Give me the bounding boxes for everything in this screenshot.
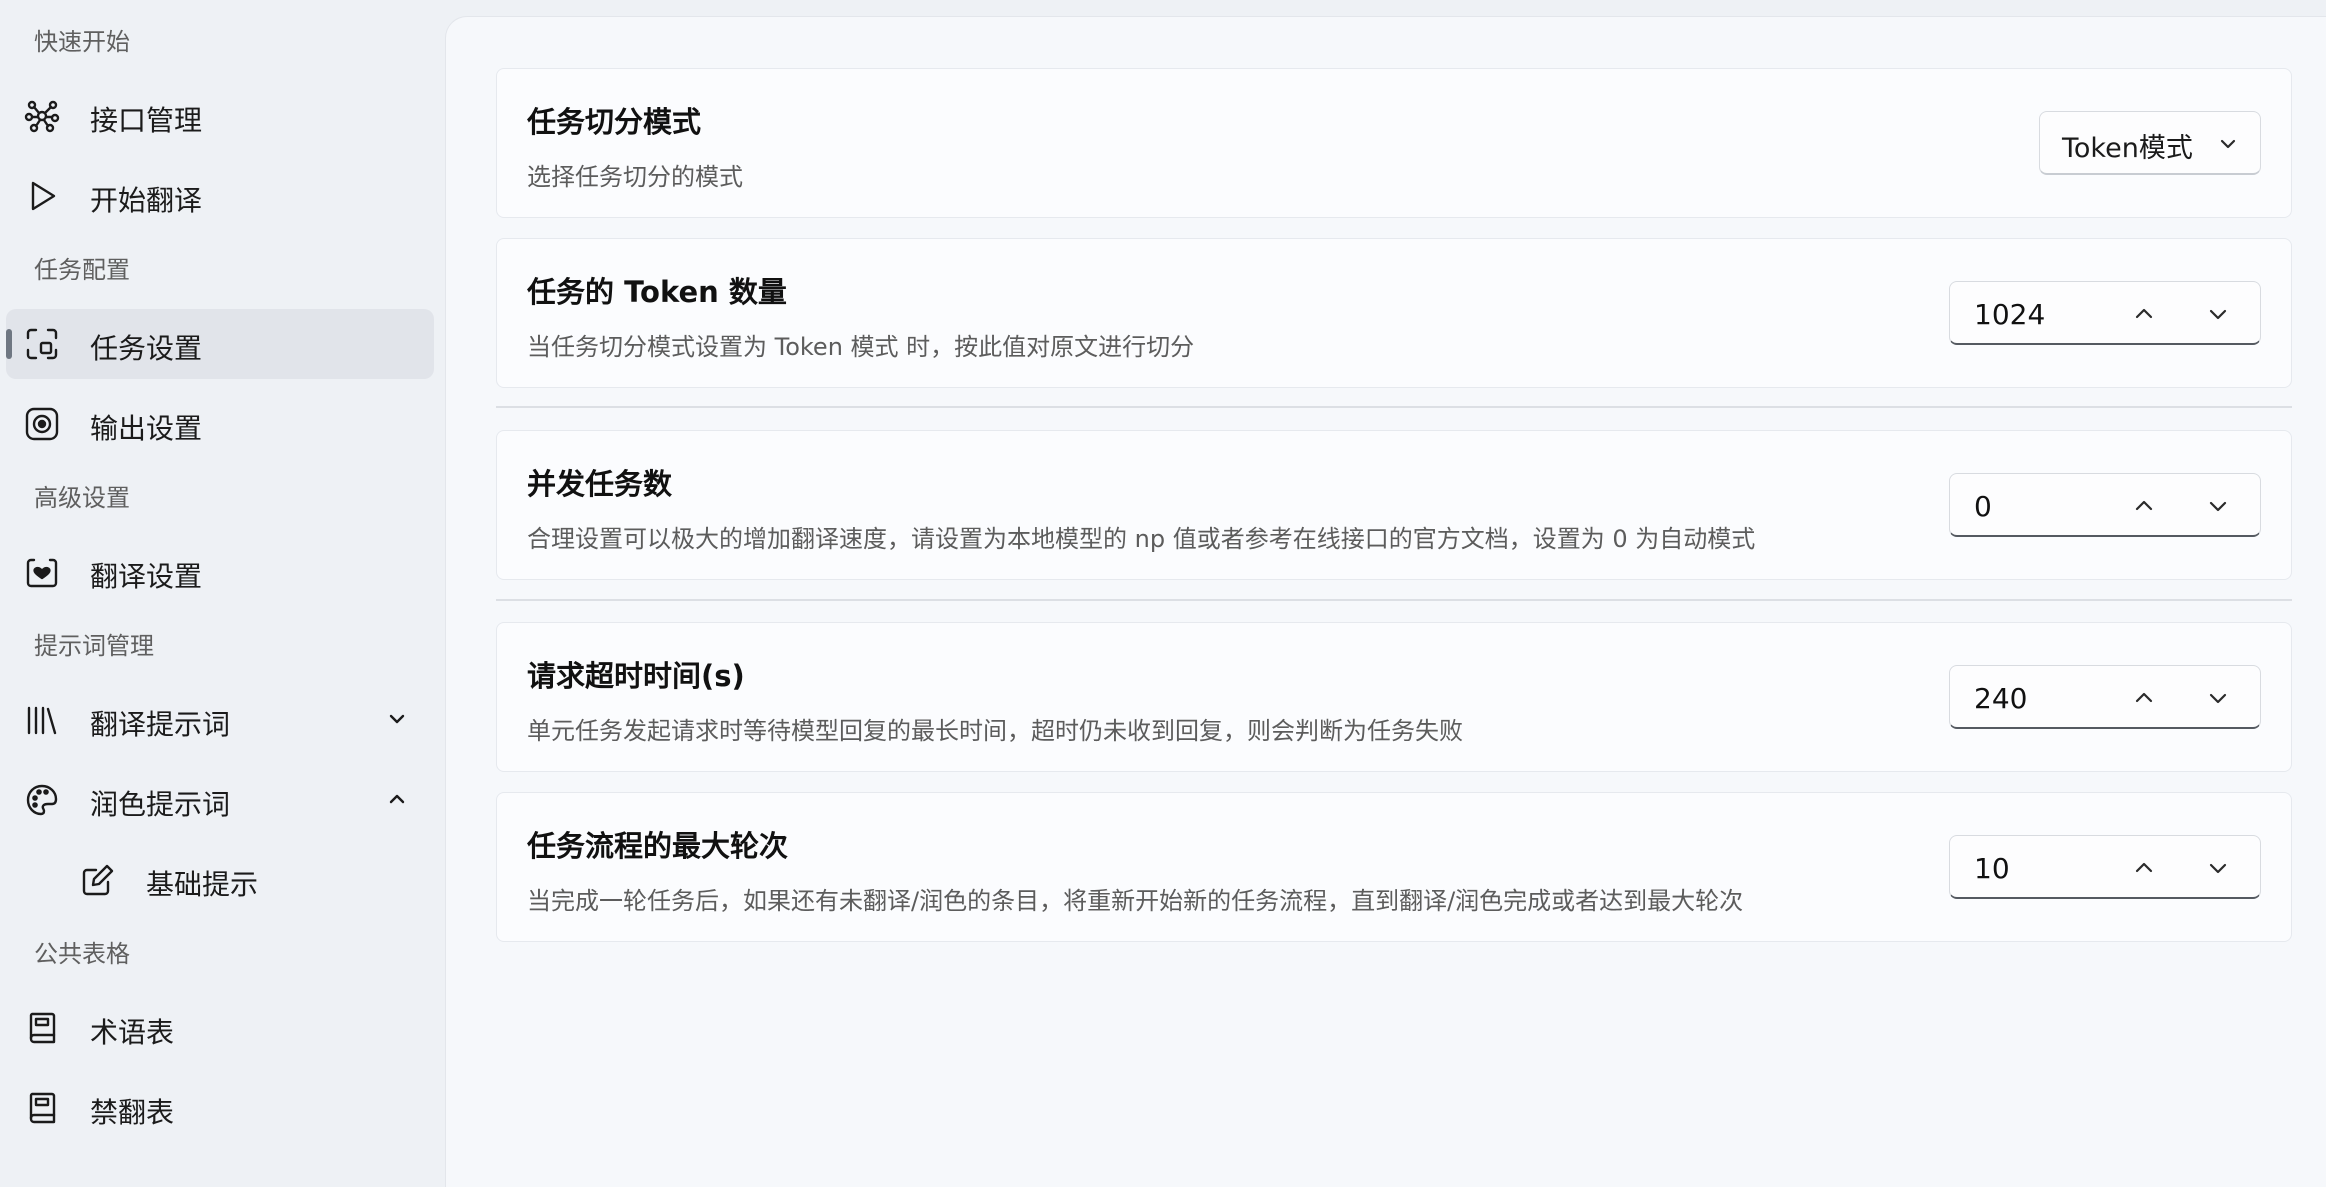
- setting-title: 任务切分模式: [527, 105, 702, 139]
- sidebar-item-label: 基础提示: [146, 868, 259, 901]
- book-icon: [24, 1090, 60, 1126]
- setting-card-concurrency: 并发任务数 合理设置可以极大的增加翻译速度，请设置为本地模型的 np 值或者参考…: [496, 430, 2292, 580]
- section-label-public-tables: 公共表格: [34, 940, 130, 968]
- sidebar-item-label: 翻译设置: [90, 560, 203, 593]
- edit-icon: [80, 862, 116, 898]
- token-count-input[interactable]: [1974, 294, 2114, 334]
- section-label-quick-start: 快速开始: [34, 28, 130, 56]
- setting-description: 单元任务发起请求时等待模型回复的最长时间，超时仍未收到回复，则会判断为任务失败: [527, 717, 1463, 745]
- sidebar-item-output-settings[interactable]: 输出设置: [6, 389, 434, 459]
- sidebar-item-start-translation[interactable]: 开始翻译: [6, 161, 434, 231]
- setting-description: 选择任务切分的模式: [527, 163, 743, 191]
- task-frame-icon: [24, 326, 60, 362]
- sidebar-item-label: 术语表: [90, 1016, 175, 1049]
- token-count-spinbox[interactable]: [1949, 281, 2261, 345]
- sidebar-item-translation-prompts[interactable]: 翻译提示词: [6, 685, 434, 755]
- setting-card-max-rounds: 任务流程的最大轮次 当完成一轮任务后，如果还有未翻译/润色的条目，将重新开始新的…: [496, 792, 2292, 942]
- section-label-advanced: 高级设置: [34, 484, 130, 512]
- sidebar-item-no-translate-table[interactable]: 禁翻表: [6, 1073, 434, 1143]
- chevron-down-icon: [2209, 693, 2227, 704]
- sidebar: 快速开始 接口管理 开始翻译 任务配置 任务设置 输出设置 高级设置 翻译设置 …: [0, 0, 445, 1172]
- decrement-button[interactable]: [2198, 294, 2238, 334]
- increment-button[interactable]: [2124, 678, 2164, 718]
- setting-title: 并发任务数: [527, 467, 673, 501]
- library-icon: [24, 702, 60, 738]
- sidebar-subitem-basic-prompt[interactable]: 基础提示: [6, 845, 434, 915]
- sidebar-item-polish-prompts[interactable]: 润色提示词: [6, 765, 434, 835]
- section-label-task-config: 任务配置: [34, 256, 130, 284]
- increment-button[interactable]: [2124, 294, 2164, 334]
- chevron-down-icon[interactable]: [386, 708, 408, 730]
- timeout-spinbox[interactable]: [1949, 665, 2261, 729]
- setting-card-timeout: 请求超时时间(s) 单元任务发起请求时等待模型回复的最长时间，超时仍未收到回复，…: [496, 622, 2292, 772]
- chevron-up-icon: [2135, 862, 2153, 873]
- target-icon: [24, 406, 60, 442]
- chevron-up-icon: [2135, 500, 2153, 511]
- heart-calendar-icon: [24, 554, 60, 590]
- decrement-button[interactable]: [2198, 678, 2238, 718]
- concurrency-spinbox[interactable]: [1949, 473, 2261, 537]
- chevron-down-icon: [2218, 134, 2238, 154]
- setting-title: 任务流程的最大轮次: [527, 829, 789, 863]
- sidebar-item-label: 接口管理: [90, 104, 203, 137]
- section-divider: [496, 406, 2292, 408]
- sidebar-item-translation-settings[interactable]: 翻译设置: [6, 537, 434, 607]
- setting-card-token-count: 任务的 Token 数量 当任务切分模式设置为 Token 模式 时，按此值对原…: [496, 238, 2292, 388]
- sidebar-item-label: 开始翻译: [90, 184, 203, 217]
- max-rounds-input[interactable]: [1974, 848, 2114, 888]
- chevron-down-icon: [2209, 501, 2227, 512]
- chevron-up-icon[interactable]: [386, 788, 408, 810]
- increment-button[interactable]: [2124, 848, 2164, 888]
- palette-icon: [24, 782, 60, 818]
- timeout-input[interactable]: [1974, 678, 2114, 718]
- decrement-button[interactable]: [2198, 848, 2238, 888]
- chevron-up-icon: [2135, 692, 2153, 703]
- sidebar-item-glossary[interactable]: 术语表: [6, 993, 434, 1063]
- split-mode-dropdown[interactable]: Token模式: [2039, 111, 2261, 175]
- setting-title: 请求超时时间(s): [527, 659, 745, 693]
- setting-description: 当完成一轮任务后，如果还有未翻译/润色的条目，将重新开始新的任务流程，直到翻译/…: [527, 887, 1744, 915]
- sidebar-item-label: 任务设置: [90, 332, 203, 365]
- chevron-down-icon: [2209, 309, 2227, 320]
- chevron-up-icon: [2135, 308, 2153, 319]
- sidebar-item-label: 禁翻表: [90, 1096, 175, 1129]
- sidebar-item-task-settings[interactable]: 任务设置: [6, 309, 434, 379]
- setting-description: 合理设置可以极大的增加翻译速度，请设置为本地模型的 np 值或者参考在线接口的官…: [527, 525, 1756, 553]
- dropdown-value: Token模式: [2062, 133, 2193, 164]
- sidebar-item-api-management[interactable]: 接口管理: [6, 81, 434, 151]
- selection-indicator: [6, 329, 12, 359]
- main-content: 任务切分模式 选择任务切分的模式 Token模式 任务的 Token 数量 当任…: [445, 16, 2326, 1187]
- sidebar-item-label: 翻译提示词: [90, 708, 231, 741]
- book-icon: [24, 1010, 60, 1046]
- section-divider: [496, 599, 2292, 601]
- sidebar-item-label: 输出设置: [90, 412, 203, 445]
- setting-title: 任务的 Token 数量: [527, 275, 787, 309]
- api-network-icon: [24, 98, 60, 134]
- setting-card-split-mode: 任务切分模式 选择任务切分的模式 Token模式: [496, 68, 2292, 218]
- increment-button[interactable]: [2124, 486, 2164, 526]
- setting-description: 当任务切分模式设置为 Token 模式 时，按此值对原文进行切分: [527, 333, 1195, 361]
- decrement-button[interactable]: [2198, 486, 2238, 526]
- chevron-down-icon: [2209, 863, 2227, 874]
- play-icon: [24, 178, 60, 214]
- concurrency-input[interactable]: [1974, 486, 2114, 526]
- section-label-prompt-management: 提示词管理: [34, 632, 154, 660]
- max-rounds-spinbox[interactable]: [1949, 835, 2261, 899]
- sidebar-item-label: 润色提示词: [90, 788, 231, 821]
